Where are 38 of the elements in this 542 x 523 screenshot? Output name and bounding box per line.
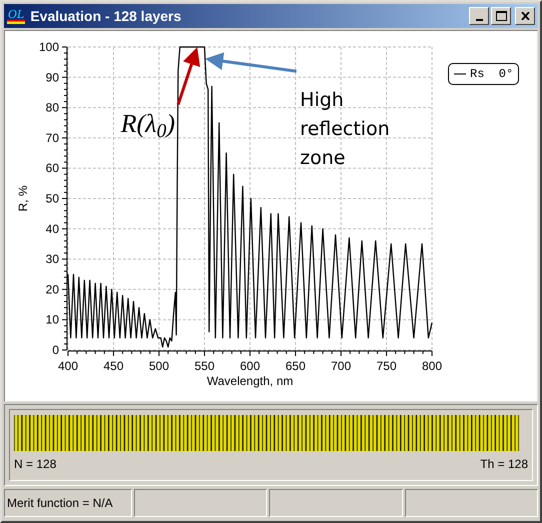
annotation-text: R(λ$_{0}$): [120, 110, 175, 137]
axis-title: R, %: [16, 186, 30, 212]
thickness-label: Th = 128: [480, 456, 528, 473]
tick-label: 400: [58, 359, 78, 373]
axis-title: Wavelength, nm: [206, 374, 294, 388]
tick-label: 650: [285, 359, 306, 373]
close-icon: [520, 12, 530, 20]
minimize-button[interactable]: [469, 7, 489, 25]
legend-label: Rs 0°: [470, 66, 514, 83]
arrow: [176, 47, 200, 106]
tick-label: 70: [46, 130, 59, 145]
annotation-text: High reflection zone: [300, 88, 391, 172]
close-button[interactable]: [515, 7, 535, 25]
tick-label: 0: [52, 343, 59, 357]
layer-count-label: N = 128: [14, 456, 56, 473]
app-logo: OL: [7, 8, 26, 24]
tick-label: 30: [46, 252, 59, 266]
window-title: Evaluation - 128 layers: [30, 6, 182, 26]
tick-label: 700: [330, 359, 352, 373]
tick-label: 500: [148, 359, 170, 373]
tick-label: 100: [38, 40, 59, 54]
minimize-icon: [476, 19, 482, 21]
tick-label: 60: [46, 161, 59, 176]
tick-label: 600: [240, 359, 260, 373]
tick-label: 800: [422, 359, 442, 373]
maximize-icon: [496, 11, 506, 21]
tick-label: 750: [376, 359, 397, 373]
maximize-button[interactable]: [491, 7, 511, 25]
tick-label: 20: [46, 282, 59, 296]
tick-label: 80: [46, 100, 59, 115]
status-text: Merit function = N/A: [7, 495, 113, 512]
tick-label: 90: [46, 70, 59, 84]
tick-label: 50: [46, 192, 59, 206]
tick-label: 550: [194, 359, 215, 373]
tick-label: 40: [46, 222, 59, 236]
tick-label: 450: [103, 359, 124, 373]
tick-label: 10: [46, 312, 59, 327]
line-sample-icon: [454, 73, 466, 75]
